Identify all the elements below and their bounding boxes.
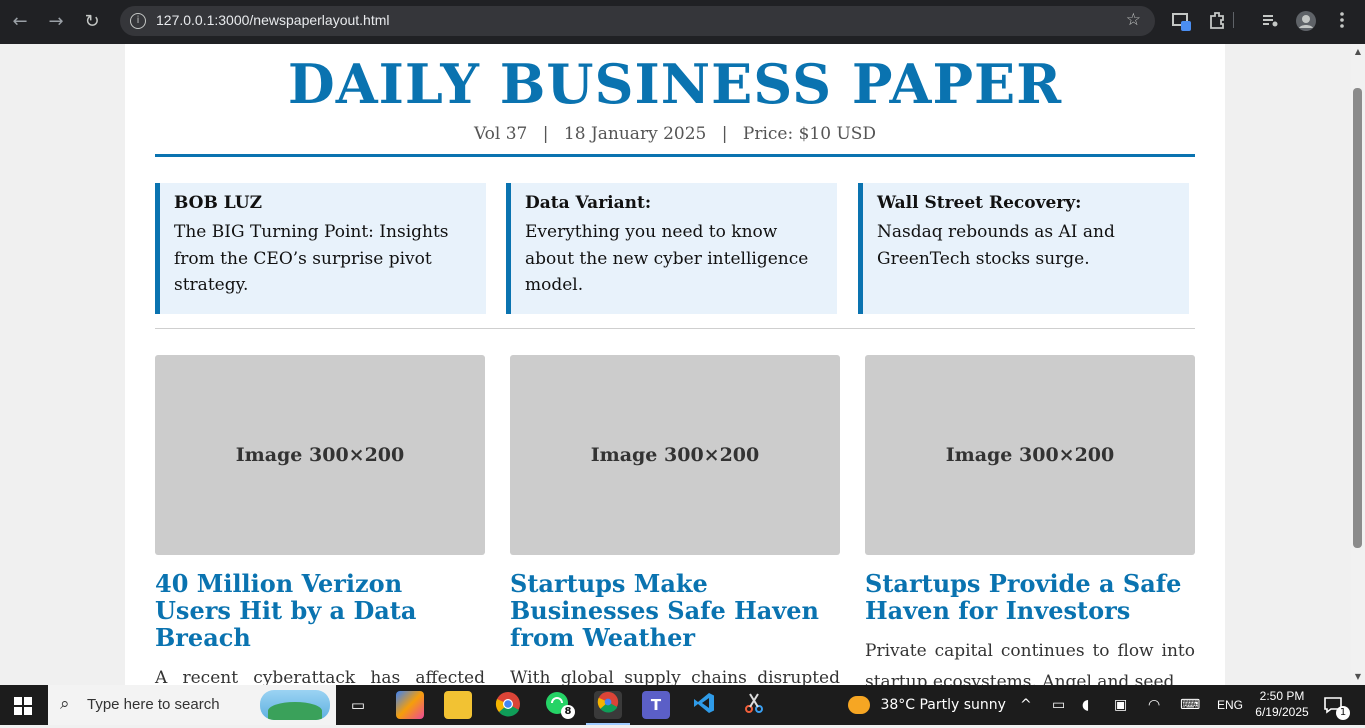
scroll-thumb[interactable] [1353,88,1362,548]
menu-kebab-icon[interactable] [1330,10,1354,34]
chrome-icon[interactable] [494,691,522,719]
image-placeholder-label: Image 300×200 [945,444,1115,466]
vscode-icon[interactable] [690,691,718,719]
meet-now-icon[interactable]: ▣ [1114,685,1127,725]
browser-toolbar: ← → ↻ i 127.0.0.1:3000/newspaperlayout.h… [0,0,1365,44]
taskbar-search-placeholder[interactable]: Type here to search [87,696,220,713]
newspaper-title: DAILY BUSINESS PAPER [287,52,1063,116]
issue-separator: | [542,124,549,144]
image-placeholder-label: Image 300×200 [235,444,405,466]
show-hidden-icons-chevron-icon[interactable]: ^ [1020,685,1032,725]
language-indicator[interactable]: ENG [1217,685,1243,725]
brief-text: Nasdaq rebounds as AI and GreenTech stoc… [877,222,1115,269]
section-divider [155,328,1195,329]
url-text[interactable]: 127.0.0.1:3000/newspaperlayout.html [156,12,390,28]
whatsapp-badge: 8 [561,705,575,719]
brief-card: Wall Street Recovery: Nasdaq rebounds as… [858,183,1189,314]
article-image-placeholder: Image 300×200 [865,355,1195,555]
brief-heading: Data Variant: [525,193,652,213]
article-column: Image 300×200 40 Million Verizon Users H… [155,355,485,685]
profile-avatar-icon[interactable] [1294,10,1318,34]
search-highlight-illustration-icon [260,690,330,720]
brief-card: BOB LUZ The BIG Turning Point: Insights … [155,183,486,314]
bookmark-star-icon[interactable]: ☆ [1126,10,1141,30]
windows-taskbar: ⌕ Type here to search ▭ 8 T 38°C Partly … [0,685,1365,725]
task-view-icon[interactable]: ▭ [344,691,372,719]
issue-price: Price: $10 USD [742,124,877,144]
toolbar-divider [1232,10,1236,34]
page-scrollbar[interactable]: ▲ ▼ [1351,44,1365,685]
masthead-divider [155,154,1195,157]
scroll-up-arrow-icon[interactable]: ▲ [1351,44,1365,60]
article-image-placeholder: Image 300×200 [155,355,485,555]
article-column: Image 300×200 Startups Provide a Safe Ha… [865,355,1195,685]
battery-icon[interactable]: ▭ [1052,685,1065,725]
issue-volume: Vol 37 [473,124,528,144]
taskbar-search-box[interactable]: ⌕ Type here to search [48,685,336,725]
copilot-icon[interactable] [396,691,424,719]
brief-heading: BOB LUZ [174,193,263,213]
media-controls-icon[interactable] [1258,10,1282,34]
issue-info: Vol 37 | 18 January 2025 | Price: $10 US… [125,124,1225,144]
article-headline[interactable]: Startups Provide a Safe Haven for Invest… [865,570,1195,624]
issue-separator: | [721,124,728,144]
article-headline[interactable]: Startups Make Businesses Safe Haven from… [510,570,840,651]
forward-icon[interactable]: → [42,8,70,36]
clock-date: 6/19/2025 [1255,705,1309,719]
file-explorer-icon[interactable] [444,691,472,719]
site-info-icon[interactable]: i [130,13,146,29]
article-body: With global supply chains disrupted by e… [510,668,840,685]
scroll-down-arrow-icon[interactable]: ▼ [1351,669,1365,685]
notification-center-icon[interactable]: 1 [1322,685,1350,725]
reload-icon[interactable]: ↻ [78,8,106,36]
whatsapp-icon[interactable]: 8 [544,691,575,719]
weather-sun-icon [848,696,870,714]
clock[interactable]: 2:50 PM 6/19/2025 [1250,685,1314,728]
snipping-tool-icon[interactable] [740,691,768,719]
notification-count-badge: 1 [1336,706,1350,720]
keyboard-icon[interactable]: ⌨ [1180,685,1200,725]
article-body: Private capital continues to flow into s… [865,641,1195,685]
wifi-icon[interactable]: ◠ [1148,685,1160,725]
brief-card: Data Variant: Everything you need to kno… [506,183,837,314]
image-placeholder-label: Image 300×200 [590,444,760,466]
article-body: A recent cyberattack has affected over 4… [155,668,485,685]
clock-time: 2:50 PM [1259,689,1305,703]
brief-text: The BIG Turning Point: Insights from the… [174,222,449,295]
weather-text: 38°C Partly sunny [880,697,1006,713]
extensions-icon[interactable] [1205,10,1229,34]
brief-text: Everything you need to know about the ne… [525,222,809,295]
brief-heading: Wall Street Recovery: [877,193,1082,213]
address-bar[interactable]: i 127.0.0.1:3000/newspaperlayout.html ☆ [120,6,1155,36]
weather-widget[interactable]: 38°C Partly sunny [848,685,1006,725]
issue-date: 18 January 2025 [563,124,707,144]
chrome-active-window-icon[interactable] [594,691,622,719]
cast-icon[interactable] [1170,10,1194,34]
search-icon: ⌕ [60,694,70,714]
article-image-placeholder: Image 300×200 [510,355,840,555]
windows-logo-icon [14,697,32,715]
back-icon[interactable]: ← [6,8,34,36]
start-button[interactable] [0,685,46,725]
volume-icon[interactable]: ◖ [1082,685,1089,725]
article-headline[interactable]: 40 Million Verizon Users Hit by a Data B… [155,570,485,651]
newspaper-page: DAILY BUSINESS PAPER Vol 37 | 18 January… [125,44,1225,685]
article-column: Image 300×200 Startups Make Businesses S… [510,355,840,685]
teams-icon[interactable]: T [642,691,670,719]
